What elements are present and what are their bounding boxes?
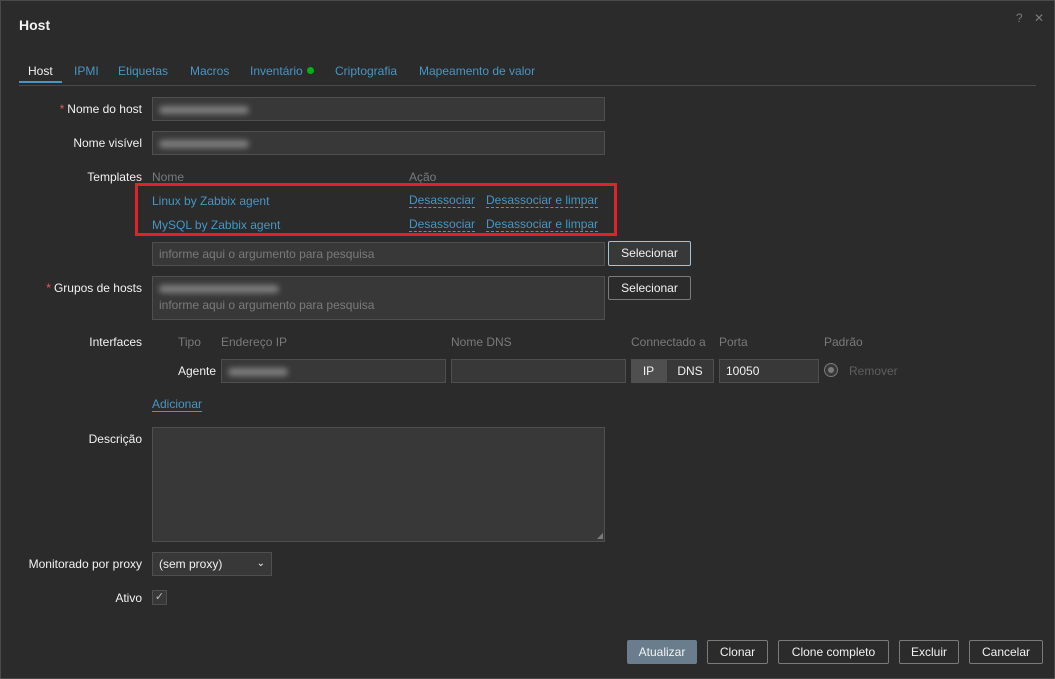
select-groups-button[interactable]: Selecionar — [608, 276, 691, 300]
required-asterisk: * — [46, 281, 51, 295]
tab-bar: Host IPMI Etiquetas Macros Inventário Cr… — [19, 59, 1036, 86]
enabled-label: Ativo — [115, 591, 142, 605]
iface-header-dns: Nome DNS — [451, 335, 512, 349]
proxy-select[interactable]: (sem proxy) ⌄ — [152, 552, 272, 576]
host-dialog: Host ? ✕ Host IPMI Etiquetas Macros Inve… — [0, 0, 1055, 679]
iface-port-input[interactable]: 10050 — [719, 359, 819, 383]
connect-dns-toggle[interactable]: DNS — [666, 359, 714, 383]
close-icon[interactable]: ✕ — [1034, 11, 1044, 25]
resize-handle-icon[interactable]: ◢ — [597, 532, 603, 540]
status-dot-icon — [306, 67, 314, 74]
red-highlight-box — [135, 183, 617, 236]
host-name-label: * Nome do host — [59, 102, 142, 116]
delete-button[interactable]: Excluir — [899, 640, 959, 664]
templates-label: Templates — [87, 170, 142, 184]
description-label: Descrição — [88, 432, 142, 446]
add-interface-link[interactable]: Adicionar — [152, 398, 203, 412]
tab-inventory[interactable]: Inventário — [250, 64, 314, 78]
host-groups-input[interactable]: informe aqui o argumento para pesquisa — [152, 276, 605, 320]
tab-value-mapping[interactable]: Mapeamento de valor — [419, 64, 535, 78]
redacted-value — [228, 367, 288, 376]
iface-header-type: Tipo — [178, 335, 201, 349]
iface-type-agent: Agente — [178, 364, 217, 378]
template-search-input[interactable]: informe aqui o argumento para pesquisa — [152, 242, 605, 266]
enabled-checkbox[interactable]: ✓ — [152, 590, 167, 605]
iface-ip-input[interactable] — [221, 359, 446, 383]
tab-macros[interactable]: Macros — [190, 64, 229, 78]
visible-name-label: Nome visível — [73, 136, 142, 150]
tab-encryption[interactable]: Criptografia — [335, 64, 397, 78]
redacted-group-chip — [159, 284, 279, 293]
iface-header-connect: Connectado a — [631, 335, 706, 349]
cancel-button[interactable]: Cancelar — [969, 640, 1043, 664]
redacted-value — [159, 139, 249, 148]
host-groups-label: * Grupos de hosts — [46, 281, 142, 295]
full-clone-button[interactable]: Clone completo — [778, 640, 889, 664]
iface-dns-input[interactable] — [451, 359, 626, 383]
tab-host[interactable]: Host — [19, 64, 62, 83]
iface-header-ip: Endereço IP — [221, 335, 288, 349]
visible-name-input[interactable] — [152, 131, 605, 155]
check-icon: ✓ — [154, 591, 165, 603]
default-interface-radio[interactable] — [824, 363, 838, 377]
description-textarea[interactable]: ◢ — [152, 427, 605, 542]
connect-ip-toggle[interactable]: IP — [631, 359, 666, 383]
select-templates-button[interactable]: Selecionar — [608, 241, 691, 266]
templates-header-action: Ação — [409, 170, 437, 184]
templates-header-name: Nome — [152, 170, 185, 184]
tab-ipmi[interactable]: IPMI — [74, 64, 99, 78]
chevron-down-icon: ⌄ — [256, 558, 265, 569]
dialog-title: Host — [19, 17, 51, 33]
tab-inventory-label: Inventário — [250, 64, 303, 78]
help-icon[interactable]: ? — [1016, 11, 1023, 25]
clone-button[interactable]: Clonar — [707, 640, 768, 664]
tab-tags[interactable]: Etiquetas — [118, 64, 168, 78]
required-asterisk: * — [59, 102, 65, 116]
proxy-label: Monitorado por proxy — [28, 557, 142, 571]
iface-header-default: Padrão — [824, 335, 863, 349]
iface-header-port: Porta — [719, 335, 748, 349]
update-button[interactable]: Atualizar — [627, 640, 697, 664]
host-name-input[interactable] — [152, 97, 605, 121]
interfaces-label: Interfaces — [89, 335, 142, 349]
redacted-value — [159, 105, 249, 114]
remove-link: Remover — [849, 364, 898, 378]
